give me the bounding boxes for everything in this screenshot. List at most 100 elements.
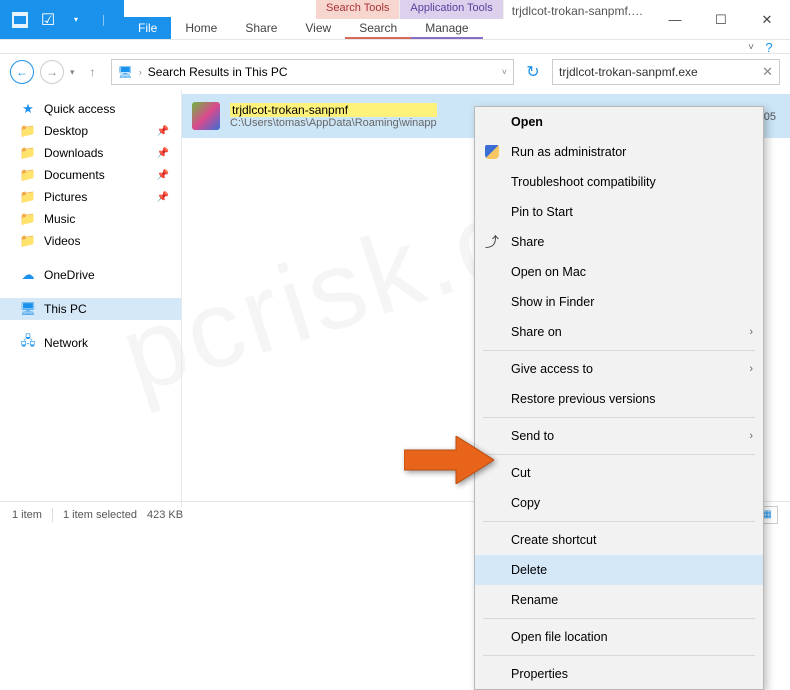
- menu-open-file-location[interactable]: Open file location: [475, 622, 763, 652]
- menu-label: Troubleshoot compatibility: [511, 175, 656, 189]
- sidebar-quick-access[interactable]: ★Quick access: [16, 98, 181, 120]
- menu-pin-start[interactable]: Pin to Start: [475, 197, 763, 227]
- menu-send-to[interactable]: Send to›: [475, 421, 763, 451]
- app-icon: [8, 8, 32, 32]
- menu-label: Send to: [511, 429, 554, 443]
- search-value: trjdlcot-trokan-sanpmf.exe: [559, 65, 698, 79]
- menu-label: Rename: [511, 593, 558, 607]
- menu-label: Give access to: [511, 362, 593, 376]
- menu-create-shortcut[interactable]: Create shortcut: [475, 525, 763, 555]
- sidebar-item-documents[interactable]: 📁Documents📌: [16, 164, 181, 186]
- maximize-button[interactable]: ☐: [698, 0, 744, 39]
- tab-share[interactable]: Share: [231, 19, 291, 39]
- qat-dropdown-icon[interactable]: ▾: [64, 8, 88, 32]
- chevron-right-icon: ›: [139, 67, 142, 77]
- sidebar-network[interactable]: 🖧Network: [16, 332, 181, 354]
- file-date: 05: [764, 109, 776, 123]
- pin-icon: 📌: [157, 192, 169, 203]
- folder-icon: 📁: [20, 167, 36, 183]
- nav-history-dropdown-icon[interactable]: ▾: [70, 67, 75, 78]
- menu-label: Run as administrator: [511, 145, 626, 159]
- menu-show-finder[interactable]: Show in Finder: [475, 287, 763, 317]
- menu-copy[interactable]: Copy: [475, 488, 763, 518]
- tab-file[interactable]: File: [124, 17, 171, 39]
- refresh-button[interactable]: ↻: [520, 62, 546, 82]
- breadcrumb-label: Search Results in This PC: [148, 65, 288, 79]
- menu-label: Properties: [511, 667, 568, 681]
- tab-home[interactable]: Home: [171, 19, 231, 39]
- status-selected: 1 item selected: [63, 509, 137, 521]
- sidebar-label: Desktop: [44, 124, 88, 138]
- sidebar-label: Downloads: [44, 146, 103, 160]
- menu-label: Open file location: [511, 630, 608, 644]
- address-bar-row: ← → ▾ ↑ 🖥 › Search Results in This PC ˅ …: [0, 54, 790, 90]
- sidebar-onedrive[interactable]: ☁OneDrive: [16, 264, 181, 286]
- qat-checkbox-icon[interactable]: ☑: [36, 8, 60, 32]
- help-icon[interactable]: ?: [760, 40, 784, 55]
- menu-label: Create shortcut: [511, 533, 596, 547]
- annotation-arrow: [404, 436, 494, 484]
- nav-back-button[interactable]: ←: [10, 60, 34, 84]
- minimize-button[interactable]: ―: [652, 0, 698, 39]
- clear-search-icon[interactable]: ✕: [762, 64, 773, 80]
- menu-label: Cut: [511, 466, 530, 480]
- menu-open[interactable]: Open: [475, 107, 763, 137]
- pin-icon: 📌: [157, 148, 169, 159]
- file-path: C:\Users\tomas\AppData\Roaming\winapp: [230, 117, 437, 129]
- window-controls: ― ☐ ✕: [652, 0, 790, 39]
- chevron-right-icon: ›: [749, 326, 753, 338]
- tab-search[interactable]: Search: [345, 19, 411, 39]
- contextual-tab-search-tools: Search Tools: [316, 0, 400, 19]
- sidebar-item-downloads[interactable]: 📁Downloads📌: [16, 142, 181, 164]
- context-menu: Open Run as administrator Troubleshoot c…: [474, 106, 764, 690]
- nav-up-button[interactable]: ↑: [81, 60, 105, 84]
- menu-troubleshoot[interactable]: Troubleshoot compatibility: [475, 167, 763, 197]
- file-name: trjdlcot-trokan-sanpmf: [230, 103, 437, 117]
- sidebar-this-pc[interactable]: 🖥This PC: [0, 298, 181, 320]
- sidebar-label: Documents: [44, 168, 105, 182]
- breadcrumb[interactable]: 🖥 › Search Results in This PC ˅: [111, 59, 514, 85]
- sidebar-item-pictures[interactable]: 📁Pictures📌: [16, 186, 181, 208]
- menu-label: Delete: [511, 563, 547, 577]
- sidebar-label: Music: [44, 212, 75, 226]
- sidebar-item-videos[interactable]: 📁Videos: [16, 230, 181, 252]
- close-button[interactable]: ✕: [744, 0, 790, 39]
- menu-share-on[interactable]: Share on›: [475, 317, 763, 347]
- menu-cut[interactable]: Cut: [475, 458, 763, 488]
- menu-label: Share: [511, 235, 544, 249]
- tab-view[interactable]: View: [291, 19, 345, 39]
- qat-divider-icon: │: [92, 8, 116, 32]
- menu-open-mac[interactable]: Open on Mac: [475, 257, 763, 287]
- window-title: trjdlcot-trokan-sanpmf.exe - Search Resu…: [504, 0, 652, 39]
- menu-delete[interactable]: Delete: [475, 555, 763, 585]
- star-icon: ★: [20, 101, 36, 117]
- menu-separator: [483, 350, 755, 351]
- cloud-icon: ☁: [20, 267, 36, 283]
- menu-label: Open: [511, 115, 543, 129]
- file-date-value: 05: [764, 111, 776, 123]
- status-count: 1 item: [12, 509, 42, 521]
- menu-separator: [483, 454, 755, 455]
- nav-forward-button: →: [40, 60, 64, 84]
- menu-share[interactable]: ⤴ Share: [475, 227, 763, 257]
- pc-icon: 🖥: [20, 301, 36, 317]
- menu-rename[interactable]: Rename: [475, 585, 763, 615]
- share-icon: ⤴: [483, 233, 501, 251]
- menu-run-as-admin[interactable]: Run as administrator: [475, 137, 763, 167]
- ribbon-collapsed: ˅ ?: [0, 40, 790, 54]
- pc-icon: 🖥: [118, 65, 133, 79]
- file-type-icon: [192, 102, 220, 130]
- menu-label: Pin to Start: [511, 205, 573, 219]
- sidebar-item-music[interactable]: 📁Music: [16, 208, 181, 230]
- ribbon-area: Search Tools Application Tools File Home…: [124, 0, 504, 39]
- chevron-down-icon[interactable]: ˅: [502, 67, 507, 77]
- sidebar-item-desktop[interactable]: 📁Desktop📌: [16, 120, 181, 142]
- menu-properties[interactable]: Properties: [475, 659, 763, 689]
- ribbon-expand-icon[interactable]: ˅: [748, 42, 754, 53]
- menu-restore-versions[interactable]: Restore previous versions: [475, 384, 763, 414]
- tab-manage[interactable]: Manage: [411, 19, 482, 39]
- network-icon: 🖧: [20, 335, 36, 351]
- divider: [52, 508, 53, 522]
- menu-give-access[interactable]: Give access to›: [475, 354, 763, 384]
- search-input[interactable]: trjdlcot-trokan-sanpmf.exe ✕: [552, 59, 780, 85]
